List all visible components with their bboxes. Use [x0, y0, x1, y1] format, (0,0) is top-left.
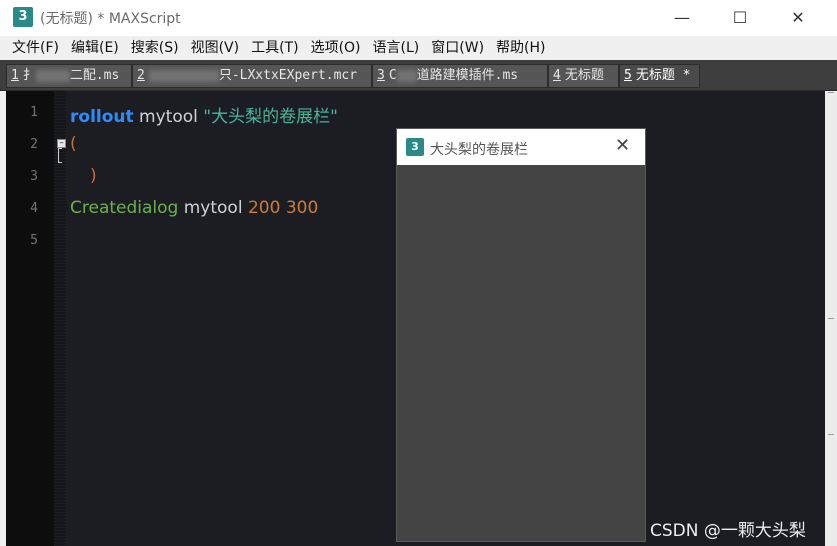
tab-number: 2: [137, 68, 145, 83]
code-line-4: Createdialog mytool 200 300: [70, 198, 318, 218]
dialog-title-bar[interactable]: 3 大头梨的卷展栏 ✕: [397, 129, 645, 165]
tab-label-end: 道路建模插件.ms: [416, 68, 519, 83]
scroll-marker: [828, 92, 834, 93]
line-number-gutter: 1 2 3 4 5: [6, 91, 54, 546]
menu-help[interactable]: 帮助(H): [490, 36, 551, 60]
tab-3[interactable]: 3 C 道路建模插件.ms: [372, 64, 548, 88]
rollout-dialog[interactable]: 3 大头梨的卷展栏 ✕: [396, 128, 646, 542]
number-literal: 200: [247, 198, 281, 218]
line-number: 2: [30, 137, 38, 152]
open-paren: (: [70, 134, 77, 154]
minimize-button[interactable]: —: [653, 0, 711, 34]
tab-strip: 1 扌 二配.ms 2 只-LXxtxEXpert.mcr 3 C 道路建模插件.ms 4…: [0, 60, 837, 91]
tab-number: 1: [11, 68, 19, 83]
menu-view[interactable]: 视图(V): [185, 36, 246, 60]
function-name: Createdialog: [70, 198, 179, 218]
fold-bracket: [58, 148, 62, 163]
menu-language[interactable]: 语言(L): [367, 36, 426, 60]
tab-number: 5: [624, 68, 632, 83]
tab-label-start: C: [388, 68, 397, 83]
tab-label: 无标题: [564, 68, 604, 83]
menu-edit[interactable]: 编辑(E): [65, 36, 125, 60]
string-literal: "大头梨的卷展栏": [203, 107, 338, 127]
tab-label: 无标题 *: [635, 68, 691, 83]
scroll-marker: [828, 318, 834, 319]
line-number: 1: [30, 105, 38, 120]
redacted-text: [148, 69, 219, 82]
line-number: 5: [30, 233, 38, 248]
tab-label-end: 二配.ms: [69, 68, 120, 83]
tab-5[interactable]: 5 无标题 *: [619, 64, 700, 88]
maximize-button[interactable]: ☐: [711, 0, 769, 34]
menu-window[interactable]: 窗口(W): [425, 36, 490, 60]
watermark: CSDN @一颗大头梨: [650, 521, 806, 541]
tab-4[interactable]: 4 无标题: [548, 64, 619, 88]
tab-label-end: 只-LXxtxEXpert.mcr: [218, 68, 358, 83]
keyword: rollout: [70, 107, 134, 127]
tab-2[interactable]: 2 只-LXxtxEXpert.mcr: [132, 64, 372, 88]
dialog-title: 大头梨的卷展栏: [430, 142, 528, 158]
code-line-3: ): [90, 166, 97, 186]
fold-toggle-icon[interactable]: −: [57, 139, 66, 148]
tab-1[interactable]: 1 扌 二配.ms: [6, 64, 132, 88]
line-number: 4: [30, 201, 38, 216]
number-literal: 300: [285, 198, 319, 218]
tab-label-start: 扌: [22, 68, 36, 83]
menu-search[interactable]: 搜索(S): [125, 36, 185, 60]
redacted-text: [35, 69, 70, 82]
code-line-1: rollout mytool "大头梨的卷展栏": [70, 102, 338, 127]
close-button[interactable]: ✕: [769, 0, 827, 34]
code-line-2: (: [70, 134, 77, 154]
close-paren: ): [90, 166, 97, 186]
app-icon: 3: [13, 7, 33, 27]
scroll-marker: [828, 434, 834, 435]
menu-options[interactable]: 选项(O): [305, 36, 367, 60]
redacted-text: [396, 69, 417, 82]
menu-bar: 文件(F) 编辑(E) 搜索(S) 视图(V) 工具(T) 选项(O) 语言(L…: [0, 36, 837, 60]
app-icon: 3: [406, 138, 424, 156]
window-title: (无标题) * MAXScript: [40, 11, 181, 27]
tab-number: 3: [377, 68, 385, 83]
dialog-close-icon[interactable]: ✕: [615, 137, 630, 155]
menu-tools[interactable]: 工具(T): [245, 36, 304, 60]
tab-number: 4: [553, 68, 561, 83]
identifier: mytool: [183, 198, 243, 218]
identifier: mytool: [139, 107, 198, 127]
menu-file[interactable]: 文件(F): [0, 36, 65, 60]
line-number: 3: [30, 169, 38, 184]
title-bar: 3 (无标题) * MAXScript — ☐ ✕: [0, 0, 837, 36]
